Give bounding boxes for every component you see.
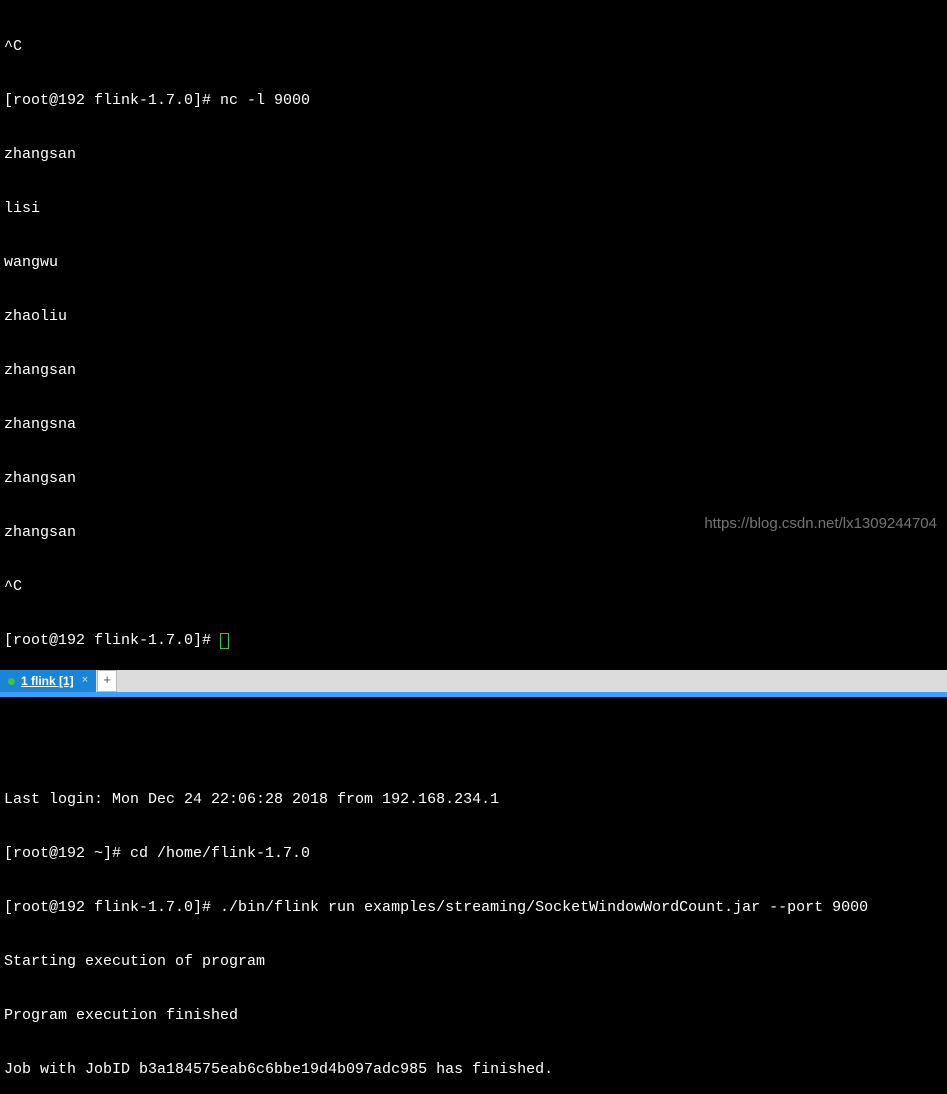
terminal-line: Last login: Mon Dec 24 22:06:28 2018 fro… xyxy=(4,791,943,809)
terminal-line: zhangsan xyxy=(4,524,943,542)
add-tab-button[interactable]: + xyxy=(97,670,117,692)
terminal-line: Starting execution of program xyxy=(4,953,943,971)
terminal-line: zhaoliu xyxy=(4,308,943,326)
terminal-prompt-line: [root@192 flink-1.7.0]# xyxy=(4,632,943,650)
terminal-line: [root@192 ~]# cd /home/flink-1.7.0 xyxy=(4,845,943,863)
terminal-line: ^C xyxy=(4,578,943,596)
terminal-line: zhangsan xyxy=(4,146,943,164)
terminal-line: Job with JobID b3a184575eab6c6bbe19d4b09… xyxy=(4,1061,943,1079)
terminal-line: [root@192 flink-1.7.0]# nc -l 9000 xyxy=(4,92,943,110)
close-icon[interactable]: × xyxy=(80,674,90,687)
session-tab-flink[interactable]: 1 flink [1] × xyxy=(0,670,96,692)
terminal-line: zhangsna xyxy=(4,416,943,434)
terminal-line xyxy=(4,737,943,755)
cursor-icon xyxy=(220,633,229,649)
session-tab-bar: 1 flink [1] × + xyxy=(0,670,947,694)
tab-label: 1 flink [1] xyxy=(21,674,74,688)
terminal-line: zhangsan xyxy=(4,470,943,488)
terminal-line: zhangsan xyxy=(4,362,943,380)
tab-bar-container: 1 flink [1] × + xyxy=(0,670,947,697)
terminal-prompt: [root@192 flink-1.7.0]# xyxy=(4,632,220,649)
terminal-pane-bottom[interactable]: Last login: Mon Dec 24 22:06:28 2018 fro… xyxy=(0,697,947,1094)
status-dot-icon xyxy=(8,678,15,685)
terminal-pane-top[interactable]: ^C [root@192 flink-1.7.0]# nc -l 9000 zh… xyxy=(0,0,947,670)
terminal-line: Program execution finished xyxy=(4,1007,943,1025)
terminal-line: [root@192 flink-1.7.0]# ./bin/flink run … xyxy=(4,899,943,917)
terminal-line: ^C xyxy=(4,38,943,56)
plus-icon: + xyxy=(103,673,111,689)
terminal-line: wangwu xyxy=(4,254,943,272)
terminal-line: lisi xyxy=(4,200,943,218)
